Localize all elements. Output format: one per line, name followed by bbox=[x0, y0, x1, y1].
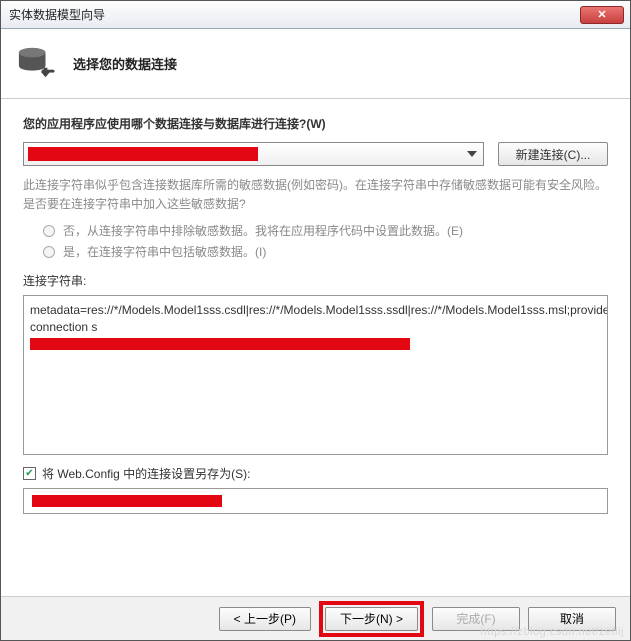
new-connection-label: 新建连接(C)... bbox=[516, 146, 591, 163]
close-button[interactable]: ✕ bbox=[580, 6, 624, 24]
connection-dropdown[interactable] bbox=[23, 142, 484, 166]
previous-button[interactable]: < 上一步(P) bbox=[219, 607, 311, 631]
finish-button: 完成(F) bbox=[432, 607, 520, 631]
new-connection-button[interactable]: 新建连接(C)... bbox=[498, 142, 608, 166]
connection-select-row: 新建连接(C)... bbox=[23, 142, 608, 166]
radio-icon bbox=[43, 246, 55, 258]
save-config-row: ✔ 将 Web.Config 中的连接设置另存为(S): bbox=[23, 465, 608, 482]
save-config-checkbox[interactable]: ✔ bbox=[23, 467, 36, 480]
wizard-header: 选择您的数据连接 bbox=[1, 29, 630, 99]
connection-string-value: metadata=res://*/Models.Model1sss.csdl|r… bbox=[30, 303, 608, 334]
titlebar: 实体数据模型向导 ✕ bbox=[1, 1, 630, 29]
next-button-highlight: 下一步(N) > bbox=[319, 601, 424, 637]
radio-yes-label: 是，在连接字符串中包括敏感数据。(I) bbox=[63, 243, 266, 260]
dialog-body: 选择您的数据连接 您的应用程序应使用哪个数据连接与数据库进行连接?(W) 新建连… bbox=[1, 29, 630, 640]
connection-question-label: 您的应用程序应使用哪个数据连接与数据库进行连接?(W) bbox=[23, 115, 608, 132]
save-config-name-input[interactable] bbox=[23, 488, 608, 514]
wizard-footer: < 上一步(P) 下一步(N) > 完成(F) 取消 bbox=[1, 596, 630, 640]
next-label: 下一步(N) > bbox=[340, 610, 403, 627]
connection-string-label: 连接字符串: bbox=[23, 272, 608, 289]
sensitive-data-hint: 此连接字符串似乎包含连接数据库所需的敏感数据(例如密码)。在连接字符串中存储敏感… bbox=[23, 176, 608, 214]
cancel-label: 取消 bbox=[560, 610, 584, 627]
content-area: 您的应用程序应使用哪个数据连接与数据库进行连接?(W) 新建连接(C)... 此… bbox=[1, 99, 630, 514]
radio-icon bbox=[43, 225, 55, 237]
radio-no-label: 否，从连接字符串中排除敏感数据。我将在应用程序代码中设置此数据。(E) bbox=[63, 222, 463, 239]
previous-label: < 上一步(P) bbox=[234, 610, 296, 627]
next-button[interactable]: 下一步(N) > bbox=[325, 607, 418, 631]
database-icon bbox=[17, 45, 55, 83]
window-title: 实体数据模型向导 bbox=[9, 6, 580, 23]
redacted-connection-string-tail bbox=[30, 338, 410, 350]
radio-include-sensitive: 是，在连接字符串中包括敏感数据。(I) bbox=[43, 243, 608, 260]
close-icon: ✕ bbox=[597, 8, 606, 21]
radio-exclude-sensitive: 否，从连接字符串中排除敏感数据。我将在应用程序代码中设置此数据。(E) bbox=[43, 222, 608, 239]
connection-string-textbox[interactable]: metadata=res://*/Models.Model1sss.csdl|r… bbox=[23, 295, 608, 455]
cancel-button[interactable]: 取消 bbox=[528, 607, 616, 631]
page-subtitle: 选择您的数据连接 bbox=[73, 54, 177, 73]
redacted-config-name bbox=[32, 495, 222, 507]
redacted-connection-name bbox=[28, 147, 258, 161]
finish-label: 完成(F) bbox=[456, 610, 495, 627]
save-config-label: 将 Web.Config 中的连接设置另存为(S): bbox=[42, 465, 250, 482]
